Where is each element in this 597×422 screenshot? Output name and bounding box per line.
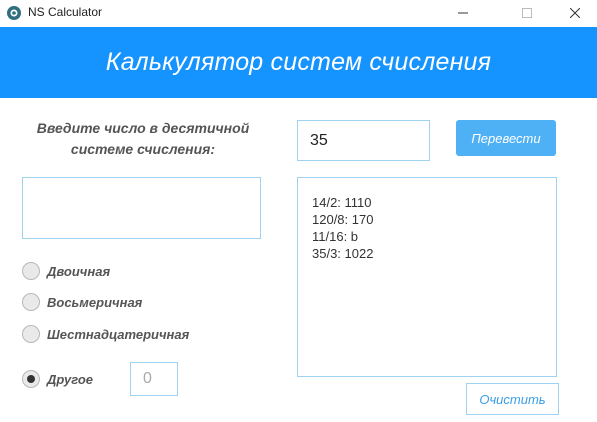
clear-button[interactable]: Очистить (466, 383, 559, 415)
history-item: 120/8: 170 (312, 212, 374, 227)
prompt-line-2: системе счисления: (70, 141, 216, 157)
result-field[interactable] (22, 177, 261, 239)
radio-button-icon[interactable] (22, 293, 40, 311)
minimize-icon (458, 12, 468, 14)
radio-button-icon[interactable] (22, 262, 40, 280)
header-banner: Калькулятор систем счисления (0, 27, 597, 98)
radio-label: Восьмеричная (47, 294, 143, 310)
page-title: Калькулятор систем счисления (105, 48, 492, 76)
other-base-input[interactable] (130, 362, 178, 396)
radio-button-icon[interactable] (22, 325, 40, 343)
close-button[interactable] (553, 0, 597, 26)
radio-other[interactable]: Другое (22, 370, 93, 388)
window-title: NS Calculator (28, 5, 103, 19)
window-titlebar: NS Calculator (0, 0, 597, 26)
radio-label: Другое (47, 371, 94, 387)
history-item: 35/3: 1022 (312, 246, 374, 261)
number-prompt-label: Введите число в десятичной системе счисл… (22, 118, 264, 160)
maximize-button[interactable] (505, 0, 549, 26)
convert-button[interactable]: Перевести (456, 120, 556, 156)
radio-label: Шестнадцатеричная (47, 326, 190, 342)
radio-octal[interactable]: Восьмеричная (22, 293, 142, 311)
maximize-icon (522, 8, 532, 18)
history-item: 14/2: 1110 (312, 195, 372, 210)
radio-label: Двоичная (47, 263, 111, 279)
prompt-line-1: Введите число в десятичной (36, 120, 250, 136)
number-input[interactable] (297, 120, 430, 161)
minimize-button[interactable] (441, 0, 485, 26)
radio-binary[interactable]: Двоичная (22, 262, 110, 280)
close-icon (570, 8, 580, 18)
radio-hexadecimal[interactable]: Шестнадцатеричная (22, 325, 189, 343)
app-logo-icon (6, 5, 22, 21)
history-panel[interactable]: 14/2: 1110 120/8: 170 11/16: b 35/3: 102… (297, 177, 557, 377)
radio-button-checked-icon[interactable] (22, 370, 40, 388)
history-item: 11/16: b (312, 229, 359, 244)
